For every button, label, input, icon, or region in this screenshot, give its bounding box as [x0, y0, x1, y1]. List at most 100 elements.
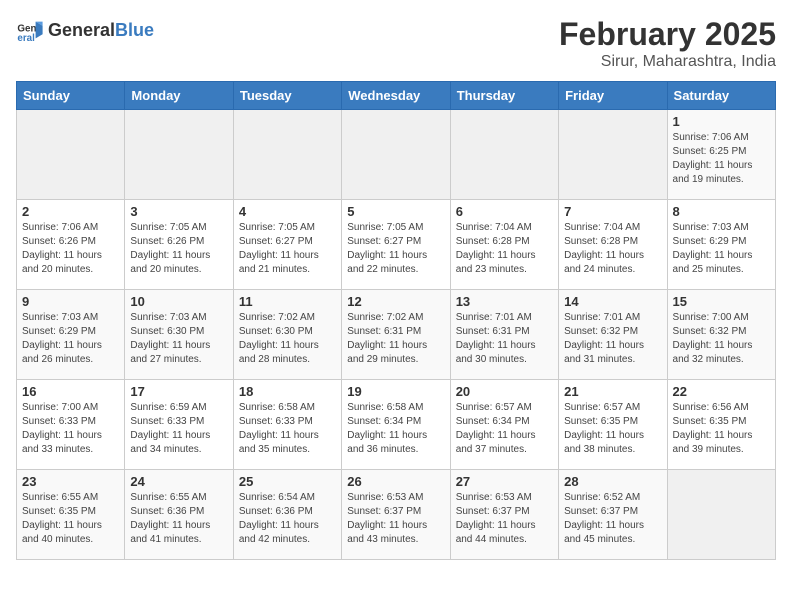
- day-info: Sunrise: 6:53 AM Sunset: 6:37 PM Dayligh…: [456, 491, 553, 547]
- day-number: 5: [347, 204, 444, 219]
- calendar-cell: 8 Sunrise: 7:03 AM Sunset: 6:29 PM Daylig…: [667, 200, 775, 290]
- calendar-cell: [17, 110, 125, 200]
- calendar-week-row: 1 Sunrise: 7:06 AM Sunset: 6:25 PM Daylig…: [17, 110, 776, 200]
- calendar-cell: 6 Sunrise: 7:04 AM Sunset: 6:28 PM Daylig…: [450, 200, 558, 290]
- calendar-cell: 25 Sunrise: 6:54 AM Sunset: 6:36 PM Dayli…: [233, 470, 341, 560]
- day-number: 9: [22, 294, 119, 309]
- calendar-cell: 20 Sunrise: 6:57 AM Sunset: 6:34 PM Dayli…: [450, 380, 558, 470]
- day-info: Sunrise: 6:54 AM Sunset: 6:36 PM Dayligh…: [239, 491, 336, 547]
- calendar-cell: 24 Sunrise: 6:55 AM Sunset: 6:36 PM Dayli…: [125, 470, 233, 560]
- day-info: Sunrise: 7:02 AM Sunset: 6:31 PM Dayligh…: [347, 311, 444, 367]
- calendar-week-row: 2 Sunrise: 7:06 AM Sunset: 6:26 PM Daylig…: [17, 200, 776, 290]
- day-info: Sunrise: 7:01 AM Sunset: 6:31 PM Dayligh…: [456, 311, 553, 367]
- calendar-cell: 27 Sunrise: 6:53 AM Sunset: 6:37 PM Dayli…: [450, 470, 558, 560]
- calendar-body: 1 Sunrise: 7:06 AM Sunset: 6:25 PM Daylig…: [17, 110, 776, 560]
- day-number: 17: [130, 384, 227, 399]
- day-info: Sunrise: 7:05 AM Sunset: 6:27 PM Dayligh…: [347, 221, 444, 277]
- day-number: 8: [673, 204, 770, 219]
- day-info: Sunrise: 6:59 AM Sunset: 6:33 PM Dayligh…: [130, 401, 227, 457]
- day-info: Sunrise: 6:56 AM Sunset: 6:35 PM Dayligh…: [673, 401, 770, 457]
- day-info: Sunrise: 7:03 AM Sunset: 6:29 PM Dayligh…: [673, 221, 770, 277]
- day-info: Sunrise: 7:03 AM Sunset: 6:30 PM Dayligh…: [130, 311, 227, 367]
- col-header-saturday: Saturday: [667, 82, 775, 110]
- day-number: 19: [347, 384, 444, 399]
- day-number: 1: [673, 114, 770, 129]
- calendar-week-row: 16 Sunrise: 7:00 AM Sunset: 6:33 PM Dayli…: [17, 380, 776, 470]
- day-number: 20: [456, 384, 553, 399]
- day-number: 18: [239, 384, 336, 399]
- day-number: 3: [130, 204, 227, 219]
- logo-icon: Gen eral: [16, 16, 44, 44]
- day-number: 12: [347, 294, 444, 309]
- calendar-cell: 28Sunrise: 6:52 AM Sunset: 6:37 PM Dayli…: [559, 470, 667, 560]
- calendar-cell: 12 Sunrise: 7:02 AM Sunset: 6:31 PM Dayli…: [342, 290, 450, 380]
- day-number: 6: [456, 204, 553, 219]
- day-info: Sunrise: 7:06 AM Sunset: 6:25 PM Dayligh…: [673, 131, 770, 187]
- day-info: Sunrise: 6:53 AM Sunset: 6:37 PM Dayligh…: [347, 491, 444, 547]
- day-info: Sunrise: 6:55 AM Sunset: 6:35 PM Dayligh…: [22, 491, 119, 547]
- day-number: 27: [456, 474, 553, 489]
- calendar-cell: 16 Sunrise: 7:00 AM Sunset: 6:33 PM Dayli…: [17, 380, 125, 470]
- day-number: 4: [239, 204, 336, 219]
- day-number: 11: [239, 294, 336, 309]
- calendar-cell: 17 Sunrise: 6:59 AM Sunset: 6:33 PM Dayli…: [125, 380, 233, 470]
- day-info: Sunrise: 7:04 AM Sunset: 6:28 PM Dayligh…: [456, 221, 553, 277]
- svg-text:eral: eral: [17, 33, 35, 44]
- col-header-monday: Monday: [125, 82, 233, 110]
- day-info: Sunrise: 7:06 AM Sunset: 6:26 PM Dayligh…: [22, 221, 119, 277]
- main-title: February 2025: [559, 16, 776, 53]
- col-header-thursday: Thursday: [450, 82, 558, 110]
- day-number: 22: [673, 384, 770, 399]
- day-number: 24: [130, 474, 227, 489]
- day-number: 14: [564, 294, 661, 309]
- day-number: 25: [239, 474, 336, 489]
- day-info: Sunrise: 6:55 AM Sunset: 6:36 PM Dayligh…: [130, 491, 227, 547]
- calendar-cell: 11 Sunrise: 7:02 AM Sunset: 6:30 PM Dayli…: [233, 290, 341, 380]
- day-info: Sunrise: 7:02 AM Sunset: 6:30 PM Dayligh…: [239, 311, 336, 367]
- calendar-header-row: SundayMondayTuesdayWednesdayThursdayFrid…: [17, 82, 776, 110]
- day-info: Sunrise: 6:58 AM Sunset: 6:33 PM Dayligh…: [239, 401, 336, 457]
- day-number: 21: [564, 384, 661, 399]
- day-info: Sunrise: 6:58 AM Sunset: 6:34 PM Dayligh…: [347, 401, 444, 457]
- day-info: Sunrise: 7:03 AM Sunset: 6:29 PM Dayligh…: [22, 311, 119, 367]
- calendar-cell: 23Sunrise: 6:55 AM Sunset: 6:35 PM Dayli…: [17, 470, 125, 560]
- calendar-cell: 13 Sunrise: 7:01 AM Sunset: 6:31 PM Dayli…: [450, 290, 558, 380]
- day-number: 13: [456, 294, 553, 309]
- col-header-wednesday: Wednesday: [342, 82, 450, 110]
- day-info: Sunrise: 7:00 AM Sunset: 6:33 PM Dayligh…: [22, 401, 119, 457]
- day-info: Sunrise: 7:00 AM Sunset: 6:32 PM Dayligh…: [673, 311, 770, 367]
- day-number: 15: [673, 294, 770, 309]
- calendar-cell: 14Sunrise: 7:01 AM Sunset: 6:32 PM Dayli…: [559, 290, 667, 380]
- calendar-cell: [450, 110, 558, 200]
- day-number: 2: [22, 204, 119, 219]
- calendar-cell: 4 Sunrise: 7:05 AM Sunset: 6:27 PM Daylig…: [233, 200, 341, 290]
- logo-text-general: General: [48, 20, 115, 41]
- page-header: Gen eral GeneralBlue February 2025 Sirur…: [16, 16, 776, 71]
- calendar-cell: [559, 110, 667, 200]
- day-number: 10: [130, 294, 227, 309]
- calendar-cell: [667, 470, 775, 560]
- calendar-cell: 5 Sunrise: 7:05 AM Sunset: 6:27 PM Daylig…: [342, 200, 450, 290]
- day-info: Sunrise: 6:57 AM Sunset: 6:35 PM Dayligh…: [564, 401, 661, 457]
- calendar-cell: 1 Sunrise: 7:06 AM Sunset: 6:25 PM Daylig…: [667, 110, 775, 200]
- day-info: Sunrise: 6:52 AM Sunset: 6:37 PM Dayligh…: [564, 491, 661, 547]
- col-header-tuesday: Tuesday: [233, 82, 341, 110]
- day-info: Sunrise: 6:57 AM Sunset: 6:34 PM Dayligh…: [456, 401, 553, 457]
- day-number: 26: [347, 474, 444, 489]
- calendar-week-row: 23Sunrise: 6:55 AM Sunset: 6:35 PM Dayli…: [17, 470, 776, 560]
- calendar-week-row: 9 Sunrise: 7:03 AM Sunset: 6:29 PM Daylig…: [17, 290, 776, 380]
- calendar-cell: 26 Sunrise: 6:53 AM Sunset: 6:37 PM Dayli…: [342, 470, 450, 560]
- day-number: 16: [22, 384, 119, 399]
- subtitle: Sirur, Maharashtra, India: [559, 53, 776, 71]
- calendar-cell: 2 Sunrise: 7:06 AM Sunset: 6:26 PM Daylig…: [17, 200, 125, 290]
- calendar-cell: 3Sunrise: 7:05 AM Sunset: 6:26 PM Daylig…: [125, 200, 233, 290]
- calendar-cell: 22 Sunrise: 6:56 AM Sunset: 6:35 PM Dayli…: [667, 380, 775, 470]
- calendar-cell: 10 Sunrise: 7:03 AM Sunset: 6:30 PM Dayli…: [125, 290, 233, 380]
- calendar-cell: 9 Sunrise: 7:03 AM Sunset: 6:29 PM Daylig…: [17, 290, 125, 380]
- calendar-cell: 21 Sunrise: 6:57 AM Sunset: 6:35 PM Dayli…: [559, 380, 667, 470]
- day-info: Sunrise: 7:05 AM Sunset: 6:27 PM Dayligh…: [239, 221, 336, 277]
- day-info: Sunrise: 7:04 AM Sunset: 6:28 PM Dayligh…: [564, 221, 661, 277]
- day-number: 7: [564, 204, 661, 219]
- logo-text-blue: Blue: [115, 20, 154, 41]
- title-area: February 2025 Sirur, Maharashtra, India: [559, 16, 776, 71]
